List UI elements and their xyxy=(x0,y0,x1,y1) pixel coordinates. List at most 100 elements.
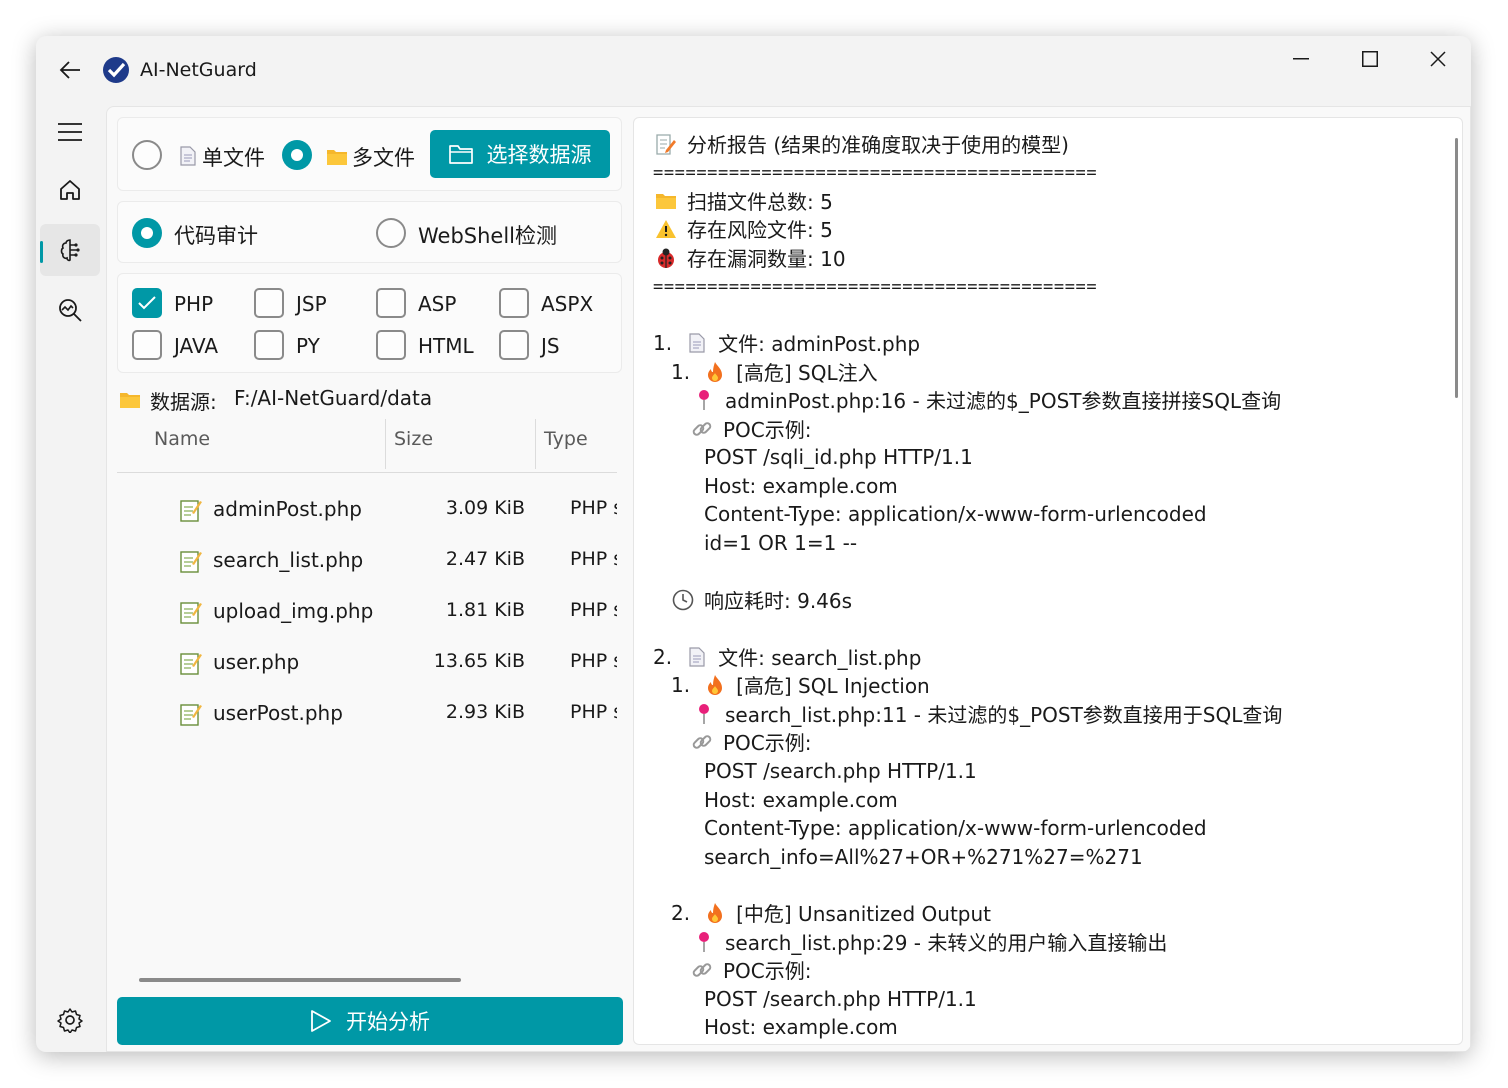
file-type: PHP s xyxy=(570,548,617,570)
file-name: adminPost.php xyxy=(213,497,362,521)
html-checkbox[interactable] xyxy=(376,330,406,360)
poc-line: POST /sqli_id.php HTTP/1.1 xyxy=(704,444,973,469)
poc-line: Content-Type: application/x-www-form-url… xyxy=(704,501,1207,526)
maximize-icon xyxy=(1362,51,1378,67)
html-label: HTML xyxy=(418,334,474,358)
menu-toggle-button[interactable] xyxy=(40,106,100,158)
nav-active-indicator xyxy=(40,241,43,263)
jsp-checkbox[interactable] xyxy=(254,288,284,318)
php-file-icon xyxy=(180,653,202,675)
mode-card: 单文件 多文件 选择数据源 xyxy=(117,117,622,191)
report-file-1: 1. 文件: adminPost.php xyxy=(653,330,921,357)
ladybug-icon xyxy=(655,247,677,269)
file-size: 2.47 KiB xyxy=(445,548,525,570)
maximize-button[interactable] xyxy=(1347,44,1393,74)
file-size: 3.09 KiB xyxy=(445,497,525,519)
aspx-label: ASPX xyxy=(541,292,594,316)
java-label: JAVA xyxy=(174,334,219,358)
single-file-label: 单文件 xyxy=(202,146,265,170)
report-poc-label: POC示例: xyxy=(691,414,812,443)
table-row[interactable]: userPost.php 2.93 KiB PHP s xyxy=(117,689,617,740)
table-row[interactable]: search_list.php 2.47 KiB PHP s xyxy=(117,536,617,587)
py-label: PY xyxy=(296,334,320,358)
play-icon xyxy=(311,1010,331,1032)
asp-checkbox[interactable] xyxy=(376,288,406,318)
minimize-icon xyxy=(1293,58,1309,60)
multi-file-label: 多文件 xyxy=(352,146,415,170)
webshell-radio[interactable] xyxy=(376,218,406,248)
column-size[interactable]: Size xyxy=(394,423,433,471)
file-name: userPost.php xyxy=(213,701,343,725)
file-type: PHP s xyxy=(570,650,617,672)
close-button[interactable] xyxy=(1415,44,1461,74)
clock-icon xyxy=(672,589,694,611)
poc-line: Content-Type: application/x-www-form-url… xyxy=(704,815,1207,840)
code-audit-radio[interactable] xyxy=(132,218,162,248)
total-files-line: 扫描文件总数: 5 xyxy=(655,186,833,215)
php-checkbox[interactable] xyxy=(132,288,162,318)
fire-icon xyxy=(704,674,726,696)
select-source-button[interactable]: 选择数据源 xyxy=(430,130,610,178)
file-name: user.php xyxy=(213,650,300,674)
php-label: PHP xyxy=(174,292,214,316)
report-scrollbar[interactable] xyxy=(1455,138,1458,398)
select-source-label: 选择数据源 xyxy=(486,143,592,167)
table-horizontal-scrollbar[interactable] xyxy=(139,978,461,982)
nav-monitor[interactable] xyxy=(40,284,100,336)
start-analysis-button[interactable]: 开始分析 xyxy=(117,997,623,1045)
table-row[interactable]: upload_img.php 1.81 KiB PHP s xyxy=(117,587,617,638)
data-source-path: F:/AI-NetGuard/data xyxy=(234,386,433,410)
pushpin-icon xyxy=(693,703,715,725)
column-name[interactable]: Name xyxy=(154,423,210,471)
js-checkbox[interactable] xyxy=(499,330,529,360)
report-location: search_list.php:29 - 未转义的用户输入直接输出 xyxy=(693,927,1167,956)
nav-analysis[interactable] xyxy=(40,224,100,276)
report-issue: 1. [高危] SQL Injection xyxy=(671,672,930,699)
gear-icon xyxy=(57,1008,83,1033)
link-icon xyxy=(691,418,713,440)
data-source-label: 数据源: xyxy=(150,390,217,414)
arrow-left-icon xyxy=(59,61,80,79)
document-icon xyxy=(686,646,708,668)
file-size: 13.65 KiB xyxy=(433,650,525,672)
folder-icon xyxy=(327,150,347,165)
search-chart-icon xyxy=(59,299,82,322)
file-name: search_list.php xyxy=(213,548,364,572)
php-file-icon xyxy=(180,551,202,573)
back-button[interactable] xyxy=(54,56,86,84)
home-icon xyxy=(60,180,80,200)
document-icon xyxy=(686,332,708,354)
report-location: adminPost.php:16 - 未过滤的$_POST参数直接拼接SQL查询 xyxy=(693,385,1281,414)
response-time: 响应耗时: 9.46s xyxy=(672,585,852,614)
nav-home[interactable] xyxy=(40,164,100,216)
report-panel[interactable]: 分析报告 (结果的准确度取决于使用的模型) ==================… xyxy=(633,117,1463,1045)
single-file-radio[interactable] xyxy=(132,140,162,170)
java-checkbox[interactable] xyxy=(132,330,162,360)
column-divider[interactable] xyxy=(535,419,536,469)
report-location: search_list.php:11 - 未过滤的$_POST参数直接用于SQL… xyxy=(693,699,1282,728)
nav-settings[interactable] xyxy=(40,994,100,1046)
file-type: PHP s xyxy=(570,497,617,519)
link-icon xyxy=(691,959,713,981)
table-row[interactable]: user.php 13.65 KiB PHP s xyxy=(117,638,617,689)
poc-line: Host: example.com xyxy=(704,473,898,498)
document-icon xyxy=(180,146,196,166)
folder-icon xyxy=(120,393,140,408)
poc-line: Host: example.com xyxy=(704,1014,898,1039)
separator: ========================================… xyxy=(653,163,1098,183)
memo-icon xyxy=(655,133,677,155)
checkmark-icon xyxy=(138,296,156,310)
poc-line: id=1 OR 1=1 -- xyxy=(704,530,858,555)
multi-file-radio[interactable] xyxy=(282,140,312,170)
column-divider[interactable] xyxy=(385,419,386,469)
nav-rail xyxy=(36,106,106,1052)
analysis-type-card: 代码审计 WebShell检测 xyxy=(117,201,622,263)
risk-files-line: 存在风险文件: 5 xyxy=(655,214,833,243)
php-file-icon xyxy=(180,704,202,726)
minimize-button[interactable] xyxy=(1278,44,1324,74)
aspx-checkbox[interactable] xyxy=(499,288,529,318)
table-row[interactable]: adminPost.php 3.09 KiB PHP s xyxy=(117,485,617,536)
column-type[interactable]: Type xyxy=(544,423,588,471)
app-window: AI-NetGuard 单文件 多文件 选择数据源 代码审计 WebShell检… xyxy=(36,36,1471,1052)
py-checkbox[interactable] xyxy=(254,330,284,360)
